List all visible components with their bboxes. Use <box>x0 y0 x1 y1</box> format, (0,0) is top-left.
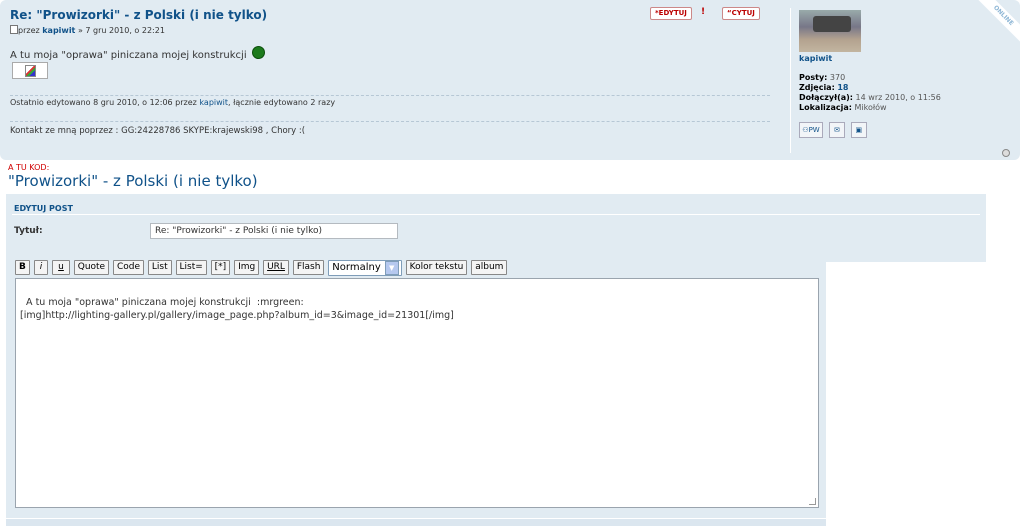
posts-label: Posty: <box>799 73 828 82</box>
post-icon <box>10 25 18 34</box>
report-button[interactable]: ! <box>697 6 709 18</box>
divider <box>10 95 770 96</box>
edit-button-label: EDYTUJ <box>658 9 687 17</box>
broken-image-icon <box>25 65 36 77</box>
panel-bottom <box>6 519 826 526</box>
post-date: » 7 gru 2010, o 22:21 <box>77 26 165 35</box>
font-size-select[interactable]: Normalny ▼ <box>328 260 402 276</box>
img-button[interactable]: Img <box>234 260 260 275</box>
profile-contact-icons: ⚇PW ✉ ▣ <box>799 122 870 138</box>
profile-posts: Posty: 370 <box>799 73 941 83</box>
ordered-list-button[interactable]: List= <box>175 260 207 275</box>
subject-input[interactable]: Re: "Prowizorki" - z Polski (i nie tylko… <box>150 223 398 239</box>
pm-label: PW <box>808 126 820 134</box>
edit-notice-suffix: , łącznie edytowano 2 razy <box>228 98 336 107</box>
text-color-button[interactable]: Kolor tekstu <box>405 260 468 275</box>
quote-button[interactable]: “CYTUJ <box>722 7 760 20</box>
edit-notice-prefix: Ostatnio edytowano 8 gru 2010, o 12:06 p… <box>10 98 197 107</box>
bold-button[interactable]: B <box>15 260 30 275</box>
edit-notice-user[interactable]: kapiwit <box>199 98 228 107</box>
post-body: A tu moja "oprawa" piniczana mojej konst… <box>10 46 265 61</box>
quote-tag-button[interactable]: Quote <box>73 260 110 275</box>
post-image-placeholder[interactable] <box>12 62 48 79</box>
quote-button-label: CYTUJ <box>731 9 755 17</box>
profile-username[interactable]: kapiwit <box>799 54 832 63</box>
profile-location: Lokalizacja: Mikołów <box>799 103 941 113</box>
signature-divider <box>10 121 770 122</box>
profile-photos: Zdjęcia: 18 <box>799 83 941 93</box>
code-label: A TU KOD: <box>8 163 50 172</box>
joined-label: Dołączył(a): <box>799 93 853 102</box>
location-value: Mikołów <box>854 103 887 112</box>
photos-label: Zdjęcia: <box>799 83 835 92</box>
online-badge-label: ONLINE <box>976 0 1020 44</box>
panel-divider <box>12 214 980 215</box>
gallery-icon[interactable]: ▣ <box>850 122 867 138</box>
post-body-text: A tu moja "oprawa" piniczana mojej konst… <box>10 50 247 61</box>
post-title[interactable]: Re: "Prowizorki" - z Polski (i nie tylko… <box>10 8 267 22</box>
pm-button[interactable]: ⚇PW <box>799 122 823 138</box>
subject-label: Tytuł: <box>14 226 43 236</box>
joined-value: 14 wrz 2010, o 11:56 <box>855 93 941 102</box>
message-text: A tu moja "oprawa" piniczana mojej konst… <box>20 297 454 321</box>
online-badge: ONLINE <box>976 0 1020 44</box>
italic-button[interactable]: i <box>33 260 49 275</box>
album-button[interactable]: album <box>471 260 508 275</box>
edit-button[interactable]: *EDYTUJ <box>650 7 692 20</box>
edit-notice: Ostatnio edytowano 8 gru 2010, o 12:06 p… <box>10 98 335 107</box>
warning-icon: ! <box>700 7 706 17</box>
location-label: Lokalizacja: <box>799 103 852 112</box>
signature: Kontakt ze mną poprzez : GG:24228786 SKY… <box>10 126 306 136</box>
post-meta: przez kapiwit » 7 gru 2010, o 22:21 <box>10 25 165 35</box>
mrgreen-smiley-icon <box>251 46 265 59</box>
list-button[interactable]: List <box>147 260 172 275</box>
profile-joined: Dołączył(a): 14 wrz 2010, o 11:56 <box>799 93 941 103</box>
font-size-value: Normalny <box>332 262 381 273</box>
back-to-top-icon[interactable] <box>1002 149 1010 157</box>
edit-post-panel: EDYTUJ POST Tytuł: Re: "Prowizorki" - z … <box>6 194 986 262</box>
email-icon[interactable]: ✉ <box>828 122 845 138</box>
message-textarea[interactable]: A tu moja "oprawa" piniczana mojej konst… <box>15 278 819 508</box>
code-tag-button[interactable]: Code <box>112 260 145 275</box>
chevron-down-icon: ▼ <box>384 261 399 275</box>
post: Re: "Prowizorki" - z Polski (i nie tylko… <box>0 0 1020 160</box>
profile-stats: Posty: 370 Zdjęcia: 18 Dołączył(a): 14 w… <box>799 73 941 113</box>
avatar[interactable] <box>799 10 861 52</box>
flash-button[interactable]: Flash <box>292 260 325 275</box>
underline-button[interactable]: u <box>52 260 70 275</box>
post-meta-prefix: przez <box>18 26 40 35</box>
edit-post-header: EDYTUJ POST <box>14 204 73 213</box>
url-button[interactable]: URL <box>263 260 289 275</box>
resize-handle-icon[interactable] <box>809 498 816 505</box>
photos-value[interactable]: 18 <box>837 83 848 92</box>
topic-title[interactable]: "Prowizorki" - z Polski (i nie tylko) <box>8 172 258 190</box>
list-item-button[interactable]: [*] <box>210 260 231 275</box>
posts-value[interactable]: 370 <box>830 73 845 82</box>
post-author[interactable]: kapiwit <box>42 26 75 35</box>
avatar-object <box>813 16 851 32</box>
bbcode-toolbar: B i u Quote Code List List= [*] Img URL … <box>15 260 508 276</box>
